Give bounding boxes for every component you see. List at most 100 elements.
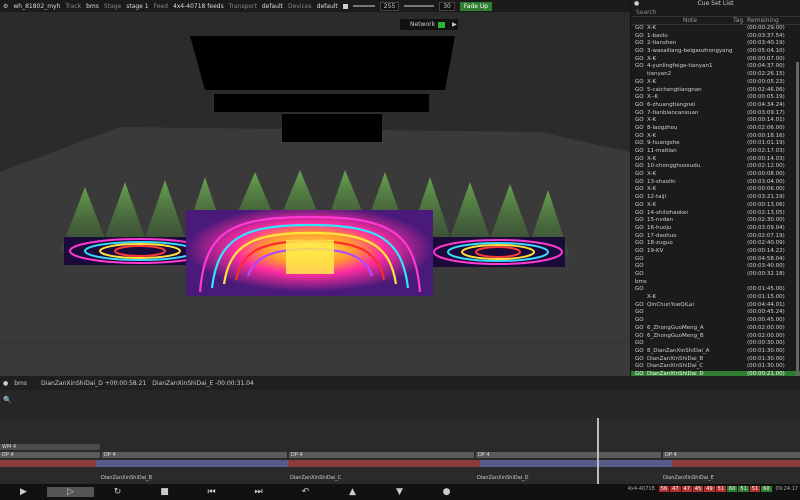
wm-lane[interactable]: WM 4 bbox=[0, 444, 100, 450]
clip-strip[interactable] bbox=[0, 460, 800, 467]
brightness-value[interactable]: 255 bbox=[379, 1, 400, 11]
cue-row[interactable]: GO 9-huangshe (00:01:01.19) bbox=[631, 140, 800, 148]
cue-note: tianyan2 bbox=[647, 71, 672, 78]
cue-row[interactable]: X-K (00:01:15.00) bbox=[631, 294, 800, 302]
zoom-in-icon[interactable]: 🔍 bbox=[3, 396, 12, 404]
cue-row[interactable]: GO X-K (00:00:07.00) bbox=[631, 56, 800, 64]
cue-row[interactable]: GO 1-baolu (00:03:37.54) bbox=[631, 33, 800, 41]
transport-value[interactable]: default bbox=[262, 3, 283, 10]
loop-icon[interactable]: ↻ bbox=[94, 487, 141, 497]
cue-list[interactable]: GO X-K (00:00:29.00) GO 1-baolu (00:03:37.54)… bbox=[631, 25, 800, 425]
cue-row[interactable]: GO 8_DianZanXinShiDai_A (00:01:30.00) bbox=[631, 348, 800, 356]
cue-row[interactable]: GO 6_ZhongGuoMeng_B (00:02:00.00) bbox=[631, 333, 800, 341]
dp-lane[interactable]: DP 4 bbox=[289, 452, 474, 458]
cue-row[interactable]: GO (00:00:30.00) bbox=[631, 340, 800, 348]
cue-row[interactable]: GO 6_ZhongGuoMeng_A (00:02:00.00) bbox=[631, 325, 800, 333]
playhead[interactable] bbox=[597, 418, 599, 484]
feed-value[interactable]: 4x4-40718 feeds bbox=[173, 3, 224, 10]
cue-row[interactable]: GO 4-yunlingfeige-tianyan1 (00:04:37.00) bbox=[631, 63, 800, 71]
cue-row[interactable]: GO X-K (00:00:18.16) bbox=[631, 133, 800, 141]
undo-icon[interactable]: ↶ bbox=[282, 487, 329, 497]
brightness-slider[interactable] bbox=[352, 5, 375, 7]
cue-time: (00:05:04.10) bbox=[747, 48, 785, 55]
cue-row[interactable]: GO X--K (00:00:05.19) bbox=[631, 94, 800, 102]
previous-icon[interactable]: ⏮ bbox=[188, 487, 235, 497]
dp-lane[interactable]: DP 4 bbox=[102, 452, 287, 458]
devices-value[interactable]: default bbox=[317, 3, 338, 10]
cue-row[interactable]: bms bbox=[631, 279, 800, 287]
cue-row[interactable]: GO X-K (00:00:13.06) bbox=[631, 202, 800, 210]
cue-row[interactable]: GO (00:00:32.18) bbox=[631, 271, 800, 279]
down-icon[interactable]: ▼ bbox=[376, 487, 423, 497]
cue-row[interactable]: GO (00:00:45.24) bbox=[631, 309, 800, 317]
cue-row[interactable]: GO 6-zhuangtiangnei (00:04:34.24) bbox=[631, 102, 800, 110]
app-icon[interactable]: ⚙ bbox=[3, 3, 8, 10]
dp-lane[interactable]: DP 4 bbox=[663, 452, 800, 458]
cue-row[interactable]: GO DianZanXinShiDai_C (00:01:30.00) bbox=[631, 363, 800, 371]
cue-scrollbar[interactable] bbox=[796, 62, 799, 382]
panel-menu-icon[interactable]: ● bbox=[634, 0, 639, 8]
cue-row[interactable]: GO (00:00:45.00) bbox=[631, 317, 800, 325]
track-icon[interactable]: ● bbox=[3, 380, 8, 387]
speed-slider[interactable] bbox=[404, 5, 435, 7]
cue-row[interactable]: GO 8-laogzhou (00:02:06.00) bbox=[631, 125, 800, 133]
cue-row[interactable]: GO 19-KV (00:00:14.22) bbox=[631, 248, 800, 256]
cue-row[interactable]: GO 7-tianbiancanxuan (00:03:09.17) bbox=[631, 110, 800, 118]
cue-row[interactable]: GO X-K (00:00:06.00) bbox=[631, 186, 800, 194]
dp-lane[interactable]: DP 4 bbox=[476, 452, 661, 458]
cue-row[interactable]: GO 15-nvdan (00:02:30.00) bbox=[631, 217, 800, 225]
cue-row[interactable]: GO 3-wasailiang-beigaozhongyang (00:05:04.… bbox=[631, 48, 800, 56]
fade-up-button[interactable]: Fade Up bbox=[459, 1, 493, 11]
cue-go: GO bbox=[635, 78, 644, 85]
cue-row[interactable]: GO X-K (00:00:14.01) bbox=[631, 117, 800, 125]
stage-scene bbox=[0, 36, 630, 376]
cue-tag bbox=[733, 25, 745, 33]
cue-row[interactable]: GO 12-taiji (00:03:21.19) bbox=[631, 194, 800, 202]
cue-go: GO bbox=[635, 340, 644, 347]
dp-lane[interactable]: DP 4 bbox=[0, 452, 100, 458]
cue-search-input[interactable]: Search bbox=[631, 8, 800, 17]
square-icon[interactable] bbox=[342, 3, 348, 9]
cue-row[interactable]: GO X-K (00:00:29.00) bbox=[631, 25, 800, 33]
cue-row[interactable]: GO QinChunYueQiLai (00:04:44.01) bbox=[631, 302, 800, 310]
network-indicator[interactable]: Network ▶ bbox=[400, 19, 458, 30]
cue-tag bbox=[733, 156, 745, 164]
cue-tag bbox=[733, 63, 745, 71]
cue-row[interactable]: GO (00:01:45.00) bbox=[631, 286, 800, 294]
timeline-area[interactable]: 🔍 bbox=[0, 390, 800, 418]
cue-row[interactable]: GO 5-caichengtiangnan (00:02:46.06) bbox=[631, 87, 800, 95]
speed-value[interactable]: 30 bbox=[439, 1, 455, 11]
cue-row[interactable]: GO 17-daohuo (00:02:07.19) bbox=[631, 233, 800, 241]
record-icon[interactable]: ● bbox=[423, 487, 470, 497]
cue-row[interactable]: GO 13-shaolin (00:03:04.00) bbox=[631, 179, 800, 187]
cue-row[interactable]: GO 14-shilizhaokei (00:02:13.05) bbox=[631, 210, 800, 218]
play-small-icon[interactable]: ▶ bbox=[452, 21, 457, 28]
track-lanes[interactable]: WM 4 DP 4 DP 4 DP 4 DP 4 DP 4 DianZanXin… bbox=[0, 418, 800, 484]
cue-row[interactable]: GO 2-tianshen (00:03:40.19) bbox=[631, 40, 800, 48]
up-icon[interactable]: ▲ bbox=[329, 487, 376, 497]
cue-row[interactable]: GO X-K (00:00:08.00) bbox=[631, 171, 800, 179]
cue-row[interactable]: GO 10-chongghuoxudu (00:02:12.00) bbox=[631, 163, 800, 171]
cue-tag bbox=[733, 309, 745, 317]
track-value[interactable]: bms bbox=[86, 3, 99, 10]
stage-value[interactable]: stage 1 bbox=[126, 3, 148, 10]
cue-tag bbox=[733, 186, 745, 194]
cue-row[interactable]: GO (00:04:58.04) bbox=[631, 256, 800, 264]
cue-tag bbox=[733, 340, 745, 348]
cue-row[interactable]: GO 18-zuguo (00:02:40.09) bbox=[631, 240, 800, 248]
cue-row[interactable]: GO 16-huoju (00:03:09.04) bbox=[631, 225, 800, 233]
stage-3d-viewport[interactable]: Network ▶ bbox=[0, 12, 630, 376]
cue-row[interactable]: GO DianZanXinShiDai_B (00:01:30.00) bbox=[631, 356, 800, 364]
cue-row[interactable]: GO (00:03:40.00) bbox=[631, 263, 800, 271]
level-meter: 51 bbox=[715, 486, 727, 492]
stop-icon[interactable]: ■ bbox=[141, 487, 188, 497]
cue-note: 10-chongghuoxudu bbox=[647, 163, 701, 170]
cue-row[interactable]: GO X-K (00:00:14.03) bbox=[631, 156, 800, 164]
play-next-icon[interactable]: ▷ bbox=[47, 487, 94, 497]
cue-row[interactable]: GO X-K (00:00:05.23) bbox=[631, 79, 800, 87]
cue-row[interactable]: GO 11-maitian (00:02:17.03) bbox=[631, 148, 800, 156]
play-icon[interactable]: ▶ bbox=[0, 487, 47, 497]
cue-row[interactable]: tianyan2 (00:02:26.15) bbox=[631, 71, 800, 79]
next-icon[interactable]: ⏭ bbox=[235, 487, 282, 497]
cue-tag bbox=[733, 217, 745, 225]
